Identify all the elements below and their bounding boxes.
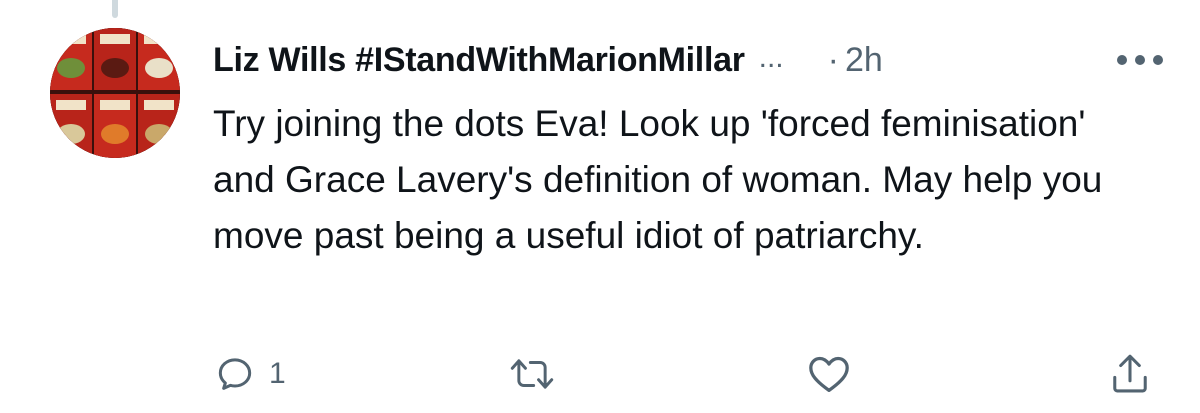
reply-icon [218,358,252,390]
retweet-icon [510,359,554,389]
more-options-button[interactable] [1110,40,1170,80]
share-icon [1113,354,1147,393]
avatar-image [50,28,180,158]
retweet-button[interactable] [509,346,555,402]
tweet-text: Try joining the dots Eva! Look up 'force… [213,103,1103,256]
thread-connector-line [112,0,118,18]
like-button[interactable] [807,346,851,402]
share-button[interactable] [1109,346,1151,402]
timestamp[interactable]: 2h [845,41,883,80]
tweet-header: Liz Wills #IStandWithMarionMillar ... · … [213,36,1170,84]
time-separator: · [827,40,839,79]
reply-button[interactable]: 1 [215,346,286,402]
more-icon [1117,55,1163,65]
heart-icon [809,356,849,392]
name-truncation: ... [758,41,784,74]
avatar[interactable] [50,28,180,158]
reply-count: 1 [269,357,286,390]
action-bar: 1 [213,346,1163,402]
display-name[interactable]: Liz Wills #IStandWithMarionMillar [213,41,745,80]
